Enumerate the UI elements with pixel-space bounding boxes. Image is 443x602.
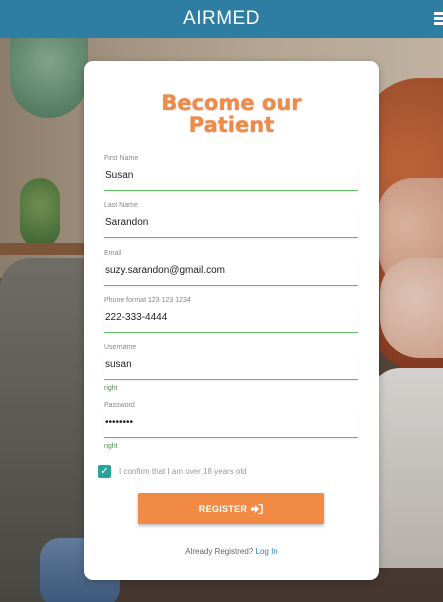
phone-field: Phone format 123 123 1234 222-333-4444 <box>104 297 358 333</box>
first-name-field: First Name Susan <box>104 155 358 191</box>
age-confirm: ✓ I confirm that I am over 18 years old <box>98 465 247 478</box>
form-title: Become our Patient <box>84 92 379 136</box>
username-label: Username <box>104 344 137 351</box>
registration-card: Become our Patient First Name Susan Last… <box>84 61 379 580</box>
email-label: Email <box>104 250 122 257</box>
email-input[interactable]: suzy.sarandon@gmail.com <box>104 260 358 286</box>
form-title-line2: Patient <box>188 113 275 137</box>
age-confirm-text: I confirm that I am over 18 years old <box>119 467 247 476</box>
register-button[interactable]: REGISTER <box>138 493 324 524</box>
email-field: Email suzy.sarandon@gmail.com <box>104 250 358 286</box>
register-label: REGISTER <box>198 503 248 514</box>
already-registered-row: Already Registred? Log In <box>84 547 379 556</box>
phone-label: Phone format 123 123 1234 <box>104 297 191 304</box>
login-link[interactable]: Log In <box>256 547 278 556</box>
phone-input[interactable]: 222-333-4444 <box>104 307 358 333</box>
username-field: Username susan <box>104 344 358 380</box>
sign-in-icon <box>251 503 263 514</box>
brand-title[interactable]: AIRMED <box>183 8 260 30</box>
last-name-field: Last Name Sarandon <box>104 202 358 238</box>
form-title-line1: Become our <box>161 91 302 115</box>
password-label: Password <box>104 402 135 409</box>
last-name-input[interactable]: Sarandon <box>104 212 358 238</box>
last-name-label: Last Name <box>104 202 138 209</box>
age-confirm-checkbox[interactable]: ✓ <box>98 465 111 478</box>
password-input[interactable]: •••••••• <box>104 412 358 438</box>
hamburger-menu-icon[interactable] <box>434 12 443 26</box>
password-field: Password •••••••• <box>104 402 358 438</box>
checkmark-icon: ✓ <box>100 465 109 477</box>
first-name-label: First Name <box>104 155 139 162</box>
password-hint: right <box>104 443 118 450</box>
username-input[interactable]: susan <box>104 354 358 380</box>
first-name-input[interactable]: Susan <box>104 165 358 191</box>
username-hint: right <box>104 385 118 392</box>
already-registered-text: Already Registred? <box>185 547 254 556</box>
app-header: AIRMED <box>0 0 443 38</box>
